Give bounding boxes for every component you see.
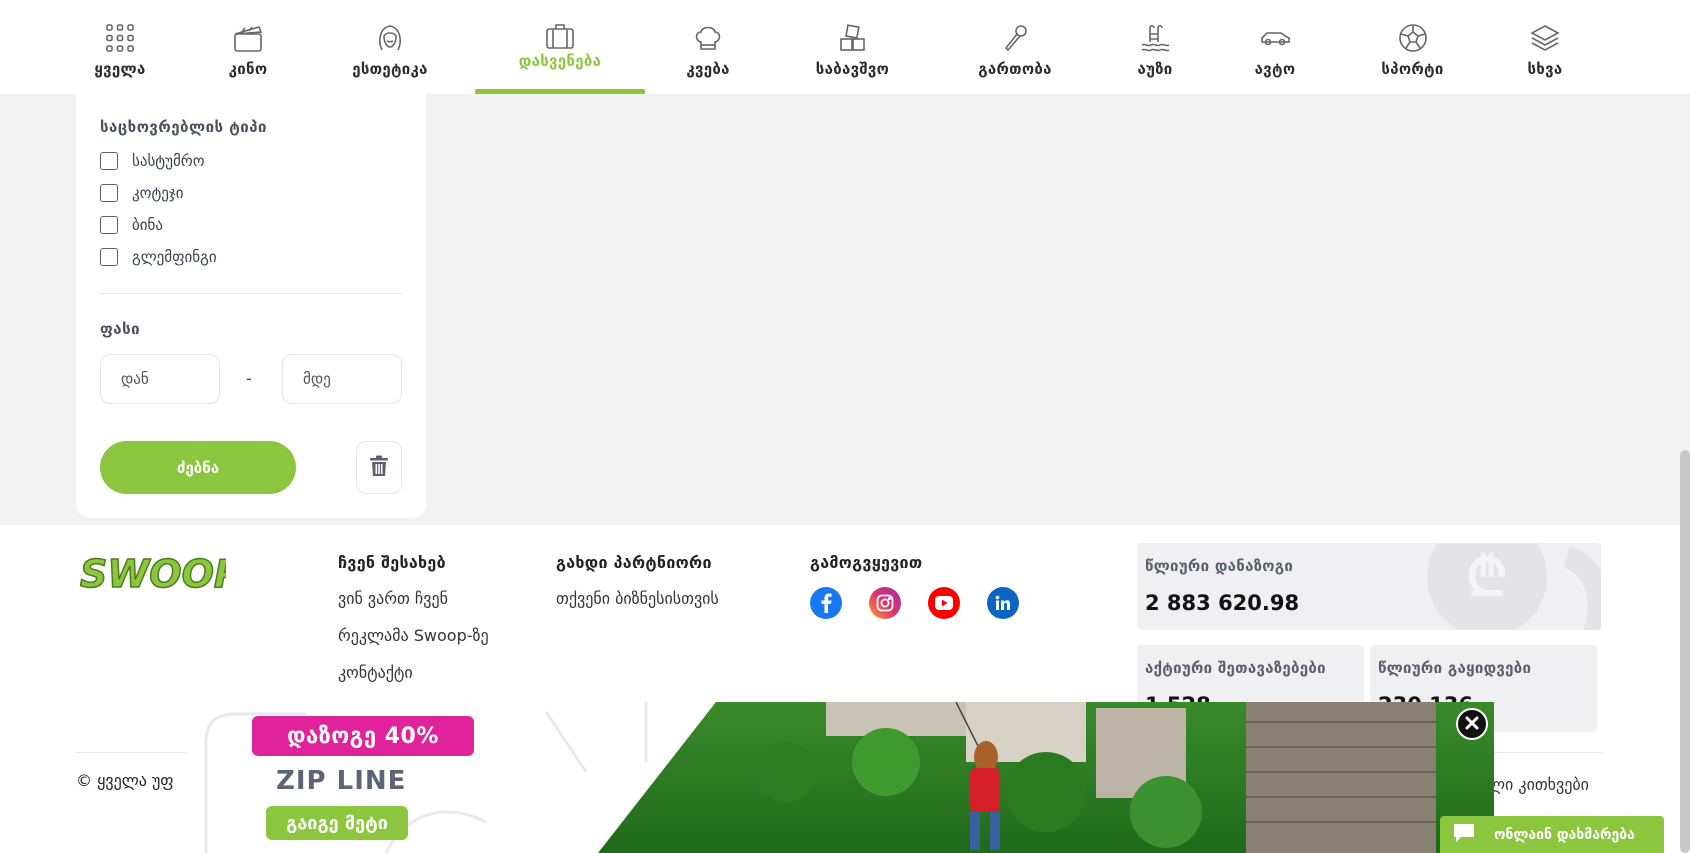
nav-item-aesthetics[interactable]: ესთეტიკა bbox=[330, 0, 450, 94]
youtube-icon[interactable] bbox=[928, 587, 960, 619]
car-icon bbox=[1259, 22, 1291, 54]
facebook-icon[interactable] bbox=[810, 587, 842, 619]
nav-label: ყველა bbox=[94, 60, 146, 78]
category-nav: ყველა კინო ესთეტიკა დასვენება კვება საბა… bbox=[0, 0, 1690, 94]
faq-link[interactable]: ლი კითხვები bbox=[1488, 775, 1589, 794]
microphone-icon bbox=[999, 22, 1031, 54]
close-icon bbox=[1465, 715, 1479, 734]
discount-badge: დაზოგე 40% bbox=[252, 716, 474, 756]
grid-icon bbox=[104, 22, 136, 54]
search-button[interactable]: ძებნა bbox=[100, 441, 296, 494]
nav-item-auto[interactable]: ავტო bbox=[1240, 0, 1310, 94]
lari-coin-icon: ₾ bbox=[1427, 543, 1601, 630]
swoop-logo[interactable]: SWOOP bbox=[76, 547, 242, 601]
active-tab-indicator bbox=[475, 89, 645, 94]
link-advertising[interactable]: რეკლამა Swoop-ზე bbox=[338, 626, 489, 645]
svg-text:SWOOP: SWOOP bbox=[80, 552, 226, 596]
price-separator: - bbox=[246, 369, 252, 388]
link-who-we-are[interactable]: ვინ ვართ ჩვენ bbox=[338, 589, 448, 608]
stat-title: წლიური დანაზოგი bbox=[1145, 557, 1294, 575]
checkbox-label: გლემფინგი bbox=[132, 248, 217, 266]
price-to-input[interactable] bbox=[282, 354, 402, 404]
follow-title: გამოგვყევით bbox=[810, 553, 923, 572]
product-title: ZIP LINE bbox=[276, 766, 407, 796]
toy-blocks-icon bbox=[837, 22, 869, 54]
chat-label: ონლაინ დახმარება bbox=[1494, 826, 1635, 843]
layers-icon bbox=[1529, 22, 1561, 54]
nav-label: ესთეტიკა bbox=[352, 60, 428, 78]
pool-icon bbox=[1139, 22, 1171, 54]
partner-title: გახდი პარტნიორი bbox=[556, 553, 712, 572]
banner-close-button[interactable] bbox=[1456, 708, 1488, 740]
face-icon bbox=[374, 22, 406, 54]
filter-option-apartment[interactable]: ბინა bbox=[100, 216, 163, 234]
nav-label: გართობა bbox=[978, 60, 1052, 78]
nav-item-cinema[interactable]: კინო bbox=[208, 0, 288, 94]
checkbox-label: კოტეჯი bbox=[132, 184, 184, 202]
nav-label: დასვენება bbox=[518, 52, 602, 70]
checkbox[interactable] bbox=[100, 152, 118, 170]
link-for-business[interactable]: თქვენი ბიზნესისთვის bbox=[556, 589, 719, 608]
checkbox-label: სასტუმრო bbox=[132, 152, 205, 170]
instagram-icon[interactable] bbox=[869, 587, 901, 619]
clapperboard-icon bbox=[232, 22, 264, 54]
nav-label: საბავშვო bbox=[815, 60, 890, 78]
checkbox[interactable] bbox=[100, 216, 118, 234]
nav-label: კინო bbox=[228, 60, 268, 78]
housing-type-title: საცხოვრებლის ტიპი bbox=[100, 118, 268, 136]
promo-banner[interactable]: დაზოგე 40% ZIP LINE გაიგე მეტი bbox=[186, 702, 1494, 853]
filter-panel: საცხოვრებლის ტიპი სასტუმრო კოტეჯი ბინა გ… bbox=[76, 94, 426, 518]
copyright-text: © ყველა უფ bbox=[76, 771, 174, 790]
linkedin-icon[interactable] bbox=[987, 587, 1019, 619]
nav-label: სპორტი bbox=[1381, 60, 1444, 78]
nav-item-other[interactable]: სხვა bbox=[1510, 0, 1580, 94]
nav-item-entertainment[interactable]: გართობა bbox=[965, 0, 1065, 94]
svg-text:₾: ₾ bbox=[1466, 545, 1508, 608]
link-contact[interactable]: კონტაქტი bbox=[338, 663, 413, 682]
checkbox-label: ბინა bbox=[132, 216, 163, 234]
suitcase-icon bbox=[544, 20, 576, 52]
chef-hat-icon bbox=[692, 22, 724, 54]
clear-filters-button[interactable] bbox=[356, 441, 402, 494]
nav-item-kids[interactable]: საბავშვო bbox=[800, 0, 905, 94]
price-from-input[interactable] bbox=[100, 354, 220, 404]
trash-icon bbox=[369, 455, 389, 481]
stat-value: 2 883 620.98 bbox=[1145, 591, 1300, 615]
learn-more-button[interactable]: გაიგე მეტი bbox=[266, 806, 408, 840]
nav-label: აუზი bbox=[1137, 60, 1173, 78]
checkbox[interactable] bbox=[100, 184, 118, 202]
filter-option-glamping[interactable]: გლემფინგი bbox=[100, 248, 217, 266]
chat-bubble-icon bbox=[1452, 822, 1476, 848]
nav-item-food[interactable]: კვება bbox=[668, 0, 748, 94]
online-help-button[interactable]: ონლაინ დახმარება bbox=[1440, 816, 1664, 853]
page-scrollbar[interactable] bbox=[1680, 450, 1690, 853]
soccer-ball-icon bbox=[1397, 22, 1429, 54]
nav-item-vacation[interactable]: დასვენება bbox=[475, 0, 645, 94]
about-title: ჩვენ შესახებ bbox=[338, 553, 446, 572]
nav-label: ავტო bbox=[1254, 60, 1296, 78]
stat-title: წლიური გაყიდვები bbox=[1378, 659, 1532, 677]
filter-option-hotel[interactable]: სასტუმრო bbox=[100, 152, 205, 170]
filter-option-cottage[interactable]: კოტეჯი bbox=[100, 184, 183, 202]
nav-item-pool[interactable]: აუზი bbox=[1120, 0, 1190, 94]
nav-label: კვება bbox=[686, 60, 730, 78]
nav-label: სხვა bbox=[1527, 60, 1563, 78]
stat-title: აქტიური შეთავაზებები bbox=[1145, 659, 1326, 677]
nav-item-sport[interactable]: სპორტი bbox=[1370, 0, 1455, 94]
section-divider bbox=[100, 293, 402, 294]
checkbox[interactable] bbox=[100, 248, 118, 266]
nav-item-all[interactable]: ყველა bbox=[80, 0, 160, 94]
stat-yearly-savings: ₾ წლიური დანაზოგი 2 883 620.98 bbox=[1137, 543, 1601, 630]
price-title: ფასი bbox=[100, 320, 141, 338]
